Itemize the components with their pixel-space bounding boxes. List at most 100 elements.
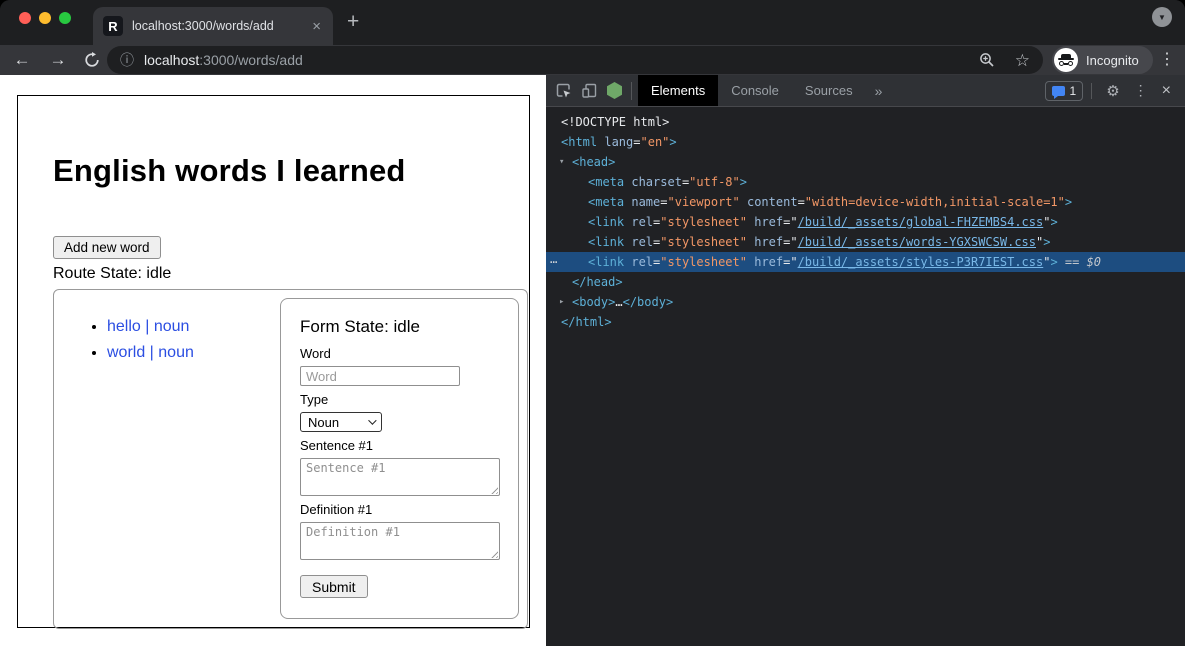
back-button[interactable]: ←: [10, 48, 34, 72]
code-line[interactable]: </html>: [546, 312, 1185, 332]
word-link[interactable]: world | noun: [107, 344, 194, 361]
issues-count: 1: [1070, 84, 1077, 98]
inspect-element-icon[interactable]: [555, 82, 572, 99]
token-val: "stylesheet": [660, 235, 747, 249]
browser-menu-icon[interactable]: ⋮: [1157, 49, 1177, 69]
code-line[interactable]: <html lang="en">: [546, 132, 1185, 152]
site-info-icon[interactable]: ⓘ: [120, 50, 134, 70]
token-plain: =: [660, 195, 667, 209]
token-tag: <link: [588, 235, 624, 249]
token-attr: href: [754, 235, 783, 249]
tab-close-icon[interactable]: ×: [310, 19, 323, 34]
token-plain: =": [783, 215, 797, 229]
search-tabs-icon[interactable]: ▼: [1152, 7, 1172, 27]
code-line[interactable]: <link rel="stylesheet" href="/build/_ass…: [546, 212, 1185, 232]
token-val: "stylesheet": [660, 215, 747, 229]
token-tag: <meta: [588, 195, 624, 209]
token-tag: >: [669, 135, 676, 149]
forward-button[interactable]: →: [46, 48, 70, 72]
fullscreen-window-button[interactable]: [59, 12, 71, 24]
close-window-button[interactable]: [19, 12, 31, 24]
type-select-value: Noun: [308, 415, 339, 430]
word-input[interactable]: [300, 366, 460, 386]
code-line[interactable]: <meta name="viewport" content="width=dev…: [546, 192, 1185, 212]
token-attr: lang: [604, 135, 633, 149]
browser-toolbar: ← → ⓘ localhost:3000/words/add ☆ Incogni…: [0, 45, 1185, 75]
devtools-tabs: ElementsConsoleSources: [638, 75, 866, 106]
token-attr: rel: [631, 215, 653, 229]
token-tag: >: [740, 175, 747, 189]
sentence-textarea[interactable]: [300, 458, 500, 496]
code-line[interactable]: <link rel="stylesheet" href="/build/_ass…: [546, 232, 1185, 252]
bookmark-star-icon[interactable]: ☆: [1015, 52, 1030, 69]
browser-window: R localhost:3000/words/add × + ▼ ← → ⓘ l…: [0, 0, 1185, 646]
devtools-tab-elements[interactable]: Elements: [638, 75, 718, 106]
token-plain: [740, 195, 747, 209]
word-link[interactable]: hello | noun: [107, 318, 189, 335]
token-tag: <link: [588, 255, 624, 269]
zoom-page-icon[interactable]: [979, 52, 995, 68]
vue-devtools-icon[interactable]: [607, 82, 622, 99]
token-tag: <link: [588, 215, 624, 229]
expand-arrow-icon[interactable]: ▸: [559, 292, 564, 312]
token-val: "width=device-width,initial-scale=1": [805, 195, 1065, 209]
devtools-toolbar: ElementsConsoleSources » 1 ⚙ ⋮ ×: [546, 75, 1185, 107]
type-select[interactable]: Noun: [300, 412, 382, 432]
code-line[interactable]: ⋯<link rel="stylesheet" href="/build/_as…: [546, 252, 1185, 272]
code-line[interactable]: <!DOCTYPE html>: [546, 112, 1185, 132]
code-line[interactable]: ▸<body>…</body>: [546, 292, 1185, 312]
devtools-panel: ElementsConsoleSources » 1 ⚙ ⋮ × <!DOCTY…: [546, 75, 1185, 646]
reload-button[interactable]: [80, 51, 104, 75]
code-line[interactable]: ▾ <head>: [546, 152, 1185, 172]
tab-strip: R localhost:3000/words/add × + ▼: [0, 0, 1185, 45]
url-path: :3000/words/add: [199, 52, 303, 68]
token-tag: >: [1050, 215, 1057, 229]
token-plain: =": [783, 235, 797, 249]
token-attr: charset: [631, 175, 682, 189]
devtools-close-icon[interactable]: ×: [1155, 82, 1179, 100]
page-title: English words I learned: [53, 153, 406, 189]
add-new-word-button[interactable]: Add new word: [53, 236, 161, 259]
code-line[interactable]: </head>: [546, 272, 1185, 292]
devtools-tab-sources[interactable]: Sources: [792, 75, 866, 106]
toolbar-divider: [631, 82, 632, 100]
token-attr: href: [754, 255, 783, 269]
incognito-badge: Incognito: [1052, 46, 1153, 74]
browser-tab[interactable]: R localhost:3000/words/add ×: [93, 7, 333, 45]
token-link: /build/_assets/global-FHZEMBS4.css: [798, 215, 1044, 229]
more-tabs-icon[interactable]: »: [866, 83, 892, 99]
incognito-icon: [1054, 48, 1078, 72]
devtools-tab-console[interactable]: Console: [718, 75, 792, 106]
token-attr: name: [631, 195, 660, 209]
token-plain: =: [798, 195, 805, 209]
issues-counter[interactable]: 1: [1045, 81, 1084, 101]
token-tag: >: [1050, 255, 1057, 269]
minimize-window-button[interactable]: [39, 12, 51, 24]
definition-textarea[interactable]: [300, 522, 500, 560]
token-link: /build/_assets/words-YGXSWCSW.css: [798, 235, 1036, 249]
definition-label: Definition #1: [300, 502, 499, 517]
expand-arrow-icon[interactable]: ▾: [559, 152, 564, 172]
settings-gear-icon[interactable]: ⚙: [1099, 82, 1126, 100]
devtools-menu-icon[interactable]: ⋮: [1127, 82, 1155, 99]
selected-row-menu-dots[interactable]: ⋯: [550, 252, 556, 272]
url-host: localhost: [144, 52, 199, 68]
chevron-down-icon: [368, 416, 376, 424]
code-line[interactable]: <meta charset="utf-8">: [546, 172, 1185, 192]
remix-favicon: R: [103, 16, 123, 36]
tab-title: localhost:3000/words/add: [132, 19, 310, 33]
token-attr: href: [754, 215, 783, 229]
token-eq: == $0: [1058, 255, 1101, 269]
submit-button[interactable]: Submit: [300, 575, 368, 598]
new-tab-button[interactable]: +: [347, 10, 359, 34]
form-state-text: Form State: idle: [300, 317, 499, 337]
devtools-toolbar-right: 1 ⚙ ⋮ ×: [1045, 81, 1179, 101]
dom-tree: <!DOCTYPE html><html lang="en">▾ <head> <m…: [546, 107, 1185, 332]
token-attr: content: [747, 195, 798, 209]
device-toolbar-icon[interactable]: [581, 82, 598, 99]
token-tag: <head>: [572, 155, 615, 169]
address-bar[interactable]: ⓘ localhost:3000/words/add ☆: [107, 46, 1043, 74]
token-val: "utf-8": [689, 175, 740, 189]
token-attr: rel: [631, 255, 653, 269]
word-label: Word: [300, 346, 499, 361]
